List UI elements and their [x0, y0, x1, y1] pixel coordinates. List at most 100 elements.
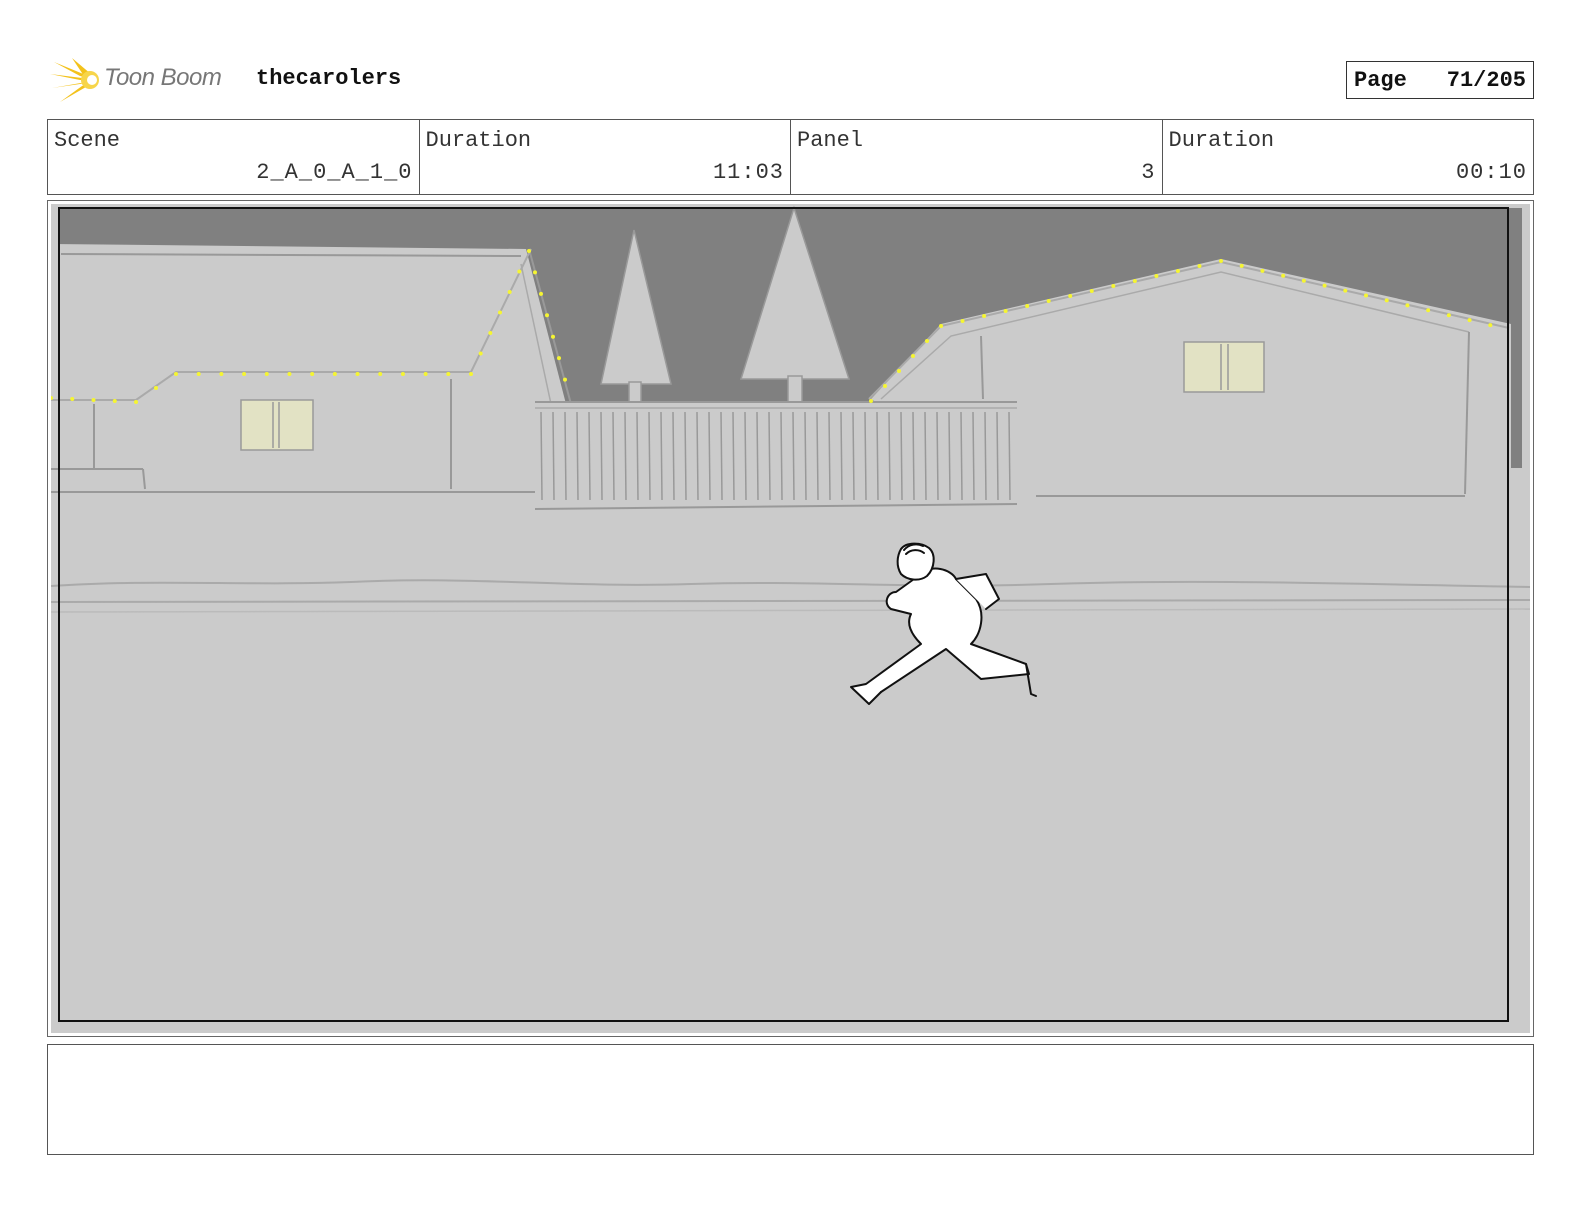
- fence-slat: [564, 411, 567, 501]
- light-bulb: [1219, 259, 1223, 263]
- light-bulb: [1343, 288, 1348, 293]
- panel-value: 3: [1141, 160, 1156, 185]
- panel-cell: Panel 3: [791, 120, 1163, 194]
- light-bulb: [869, 399, 873, 403]
- fence-slat: [732, 411, 735, 501]
- light-bulb: [1111, 284, 1116, 288]
- light-bulb: [507, 290, 512, 294]
- fence-slat: [720, 411, 723, 501]
- light-bulb: [242, 372, 247, 376]
- fence-slat: [828, 411, 831, 501]
- light-bulb: [1239, 263, 1244, 268]
- fence-slat: [900, 411, 903, 501]
- light-bulb: [1467, 318, 1472, 323]
- scene-value: 2_A_0_A_1_0: [256, 160, 413, 185]
- fence-slat: [924, 411, 927, 501]
- light-bulb: [498, 310, 502, 315]
- light-bulb: [196, 372, 201, 376]
- page-label: Page: [1354, 67, 1407, 93]
- light-bulb: [1175, 269, 1180, 273]
- light-bulb: [310, 372, 315, 376]
- panel-duration-cell: Duration 00:10: [1163, 120, 1534, 194]
- light-bulb: [1281, 273, 1286, 278]
- fence-slat: [984, 411, 987, 501]
- light-bulb: [545, 313, 549, 318]
- light-bulb: [1301, 278, 1306, 283]
- fence-slat: [768, 411, 771, 501]
- light-bulb: [1132, 279, 1137, 283]
- light-bulb: [1260, 268, 1265, 273]
- fence-slat: [576, 411, 579, 501]
- panel-notes: [47, 1044, 1534, 1155]
- starburst-icon: [50, 58, 99, 102]
- scene-duration-cell: Duration 11:03: [420, 120, 791, 194]
- light-bulb: [1197, 264, 1202, 268]
- light-bulb: [925, 339, 929, 343]
- light-bulb: [551, 334, 555, 339]
- fence-slat: [636, 411, 639, 501]
- left-house: [51, 244, 572, 494]
- light-bulb: [1405, 303, 1410, 308]
- fence-slat: [708, 411, 711, 501]
- light-bulb: [883, 384, 887, 388]
- light-bulb: [1154, 274, 1159, 278]
- light-bulb: [1068, 294, 1073, 298]
- storyboard-panel: [47, 200, 1534, 1037]
- fence-slat: [816, 411, 819, 501]
- fence-slat: [540, 411, 543, 501]
- light-bulb: [1046, 299, 1051, 303]
- window: [1183, 341, 1265, 393]
- light-bulb: [332, 372, 337, 376]
- fence-slat: [936, 411, 939, 501]
- fence-slat: [612, 411, 615, 501]
- light-bulb: [70, 397, 75, 401]
- panel-duration-label: Duration: [1168, 128, 1275, 153]
- fence: [534, 401, 1018, 510]
- light-bulb: [1364, 293, 1368, 298]
- fence-slat: [588, 411, 591, 501]
- fence-slat: [756, 411, 759, 501]
- light-bulb: [557, 356, 561, 361]
- light-bulb: [287, 372, 292, 376]
- light-bulb: [897, 369, 901, 373]
- light-bulb: [174, 372, 178, 376]
- light-bulb: [527, 249, 531, 253]
- fence-slat: [552, 411, 555, 501]
- fence-slat: [780, 411, 783, 501]
- fence-slat: [648, 411, 651, 501]
- fence-slat: [996, 411, 999, 501]
- light-bulb: [264, 372, 269, 376]
- logo-wordmark: Toon Boom: [104, 64, 222, 91]
- light-bulb: [91, 398, 96, 402]
- fence-slat: [684, 411, 687, 501]
- light-bulb: [982, 314, 987, 318]
- page-number: 71/205: [1446, 67, 1526, 93]
- light-bulb: [488, 331, 493, 335]
- light-bulb: [939, 324, 943, 328]
- light-bulb: [911, 354, 915, 358]
- light-bulb: [400, 372, 405, 376]
- fence-slat: [876, 411, 879, 501]
- light-bulb: [154, 386, 158, 390]
- fence-slat: [960, 411, 963, 501]
- fence-slat: [888, 411, 891, 501]
- fence-slat: [624, 411, 627, 501]
- light-bulb: [960, 319, 965, 323]
- light-bulb: [1426, 308, 1431, 313]
- light-bulb: [1322, 283, 1327, 288]
- fence-slat: [948, 411, 951, 501]
- light-bulb: [469, 372, 473, 376]
- fence-slat: [852, 411, 855, 501]
- fence-slat: [744, 411, 747, 501]
- toon-boom-logo: Toon Boom: [50, 56, 240, 106]
- fence-slat: [672, 411, 675, 501]
- light-bulb: [1089, 289, 1094, 293]
- light-bulb: [1488, 323, 1493, 328]
- light-bulb: [539, 291, 543, 296]
- light-bulb: [533, 270, 537, 275]
- light-bulb: [1384, 298, 1389, 303]
- fence-slat: [972, 411, 975, 501]
- light-bulb: [378, 372, 383, 376]
- fence-slat: [840, 411, 843, 501]
- scene-cell: Scene 2_A_0_A_1_0: [48, 120, 420, 194]
